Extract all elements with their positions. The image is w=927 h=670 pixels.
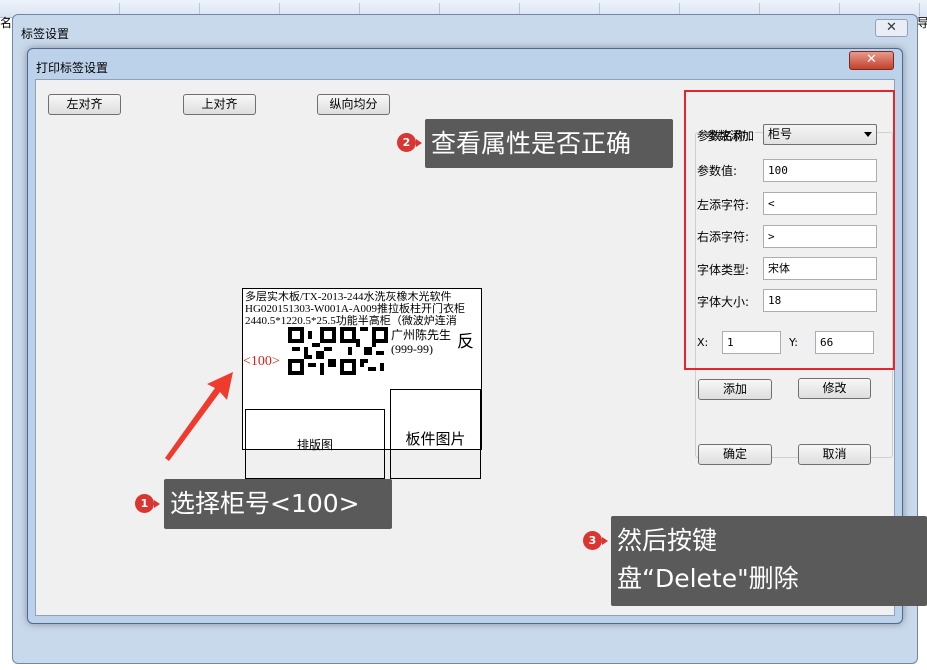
label-order-line[interactable]: HG020151303-W001A-A009推拉板柱开门衣柜 xyxy=(245,303,481,315)
param-highlight-box xyxy=(684,90,895,370)
cancel-button[interactable]: 取消 xyxy=(798,444,871,465)
step-1-callout: 选择柜号<100> xyxy=(164,479,392,529)
outer-close-button[interactable]: ✕ xyxy=(875,19,908,37)
ok-button[interactable]: 确定 xyxy=(698,444,772,465)
step-2-callout: 查看属性是否正确 xyxy=(425,119,673,168)
layout-image-box[interactable]: 排版图 xyxy=(245,409,385,479)
dialog-close-button[interactable]: ✕ xyxy=(849,51,894,70)
qr-code-right xyxy=(340,327,388,375)
label-customer-name[interactable]: 广州陈先生 xyxy=(391,329,451,341)
label-reverse-mark[interactable]: 反 xyxy=(457,333,474,351)
panel-image-box-label: 板件图片 xyxy=(405,430,466,448)
step-3-badge: 3 xyxy=(583,531,608,550)
layout-image-box-label: 排版图 xyxy=(296,438,333,452)
qr-code-left xyxy=(288,327,336,375)
panel-image-box[interactable]: 板件图片 xyxy=(390,389,481,479)
step-3-callout: 然后按键 盘“Delete"删除 xyxy=(611,516,927,606)
distribute-vertical-button[interactable]: 纵向均分 xyxy=(317,94,390,115)
step-1-badge: 1 xyxy=(135,494,160,513)
window-title: 标签设置 xyxy=(21,27,70,41)
dialog-title: 打印标签设置 xyxy=(36,61,109,75)
modify-param-button[interactable]: 修改 xyxy=(798,378,871,399)
align-left-button[interactable]: 左对齐 xyxy=(48,94,121,115)
label-cabinet-number[interactable]: <100> xyxy=(243,354,280,370)
label-customer-code[interactable]: (999-99) xyxy=(391,343,433,355)
label-size-line[interactable]: 2440.5*1220.5*25.5功能半高柜（微波炉连消 xyxy=(245,315,481,327)
step-2-badge: 2 xyxy=(397,133,422,152)
step-3-callout-line2: 盘“Delete"删除 xyxy=(617,564,799,593)
annotation-arrow xyxy=(165,372,233,461)
align-top-button[interactable]: 上对齐 xyxy=(183,94,256,115)
step-3-callout-line1: 然后按键 xyxy=(617,526,718,555)
label-preview-canvas: 多层实木板/TX-2013-244水洗灰橡木光软件 HG020151303-W0… xyxy=(242,288,482,479)
background-app-right-text: 导 xyxy=(917,16,927,30)
label-material-line[interactable]: 多层实木板/TX-2013-244水洗灰橡木光软件 xyxy=(245,291,481,303)
add-param-button[interactable]: 添加 xyxy=(698,379,772,400)
